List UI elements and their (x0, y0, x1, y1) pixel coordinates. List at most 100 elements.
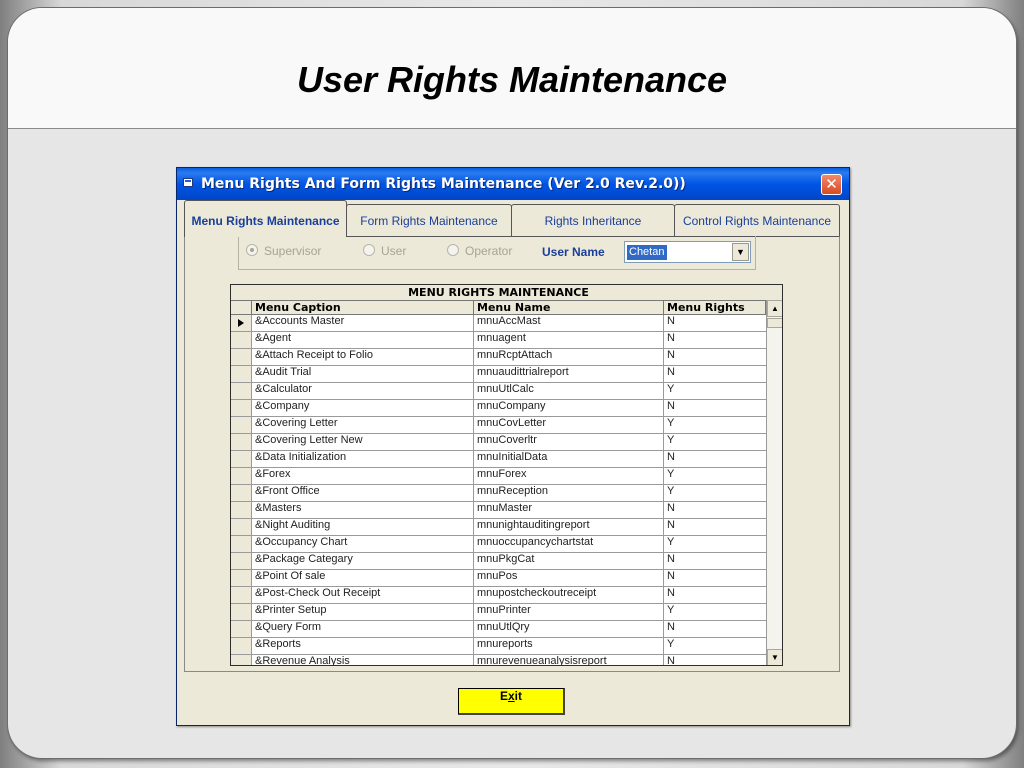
chevron-down-icon[interactable]: ▼ (732, 243, 749, 261)
row-selector[interactable] (231, 451, 252, 467)
menu-name-cell[interactable]: mnuCoverltr (474, 434, 664, 450)
menu-rights-cell[interactable]: N (664, 587, 766, 603)
table-row[interactable]: &Company mnuCompany N (231, 400, 766, 417)
table-row[interactable]: &Query Form mnuUtlQry N (231, 621, 766, 638)
menu-name-cell[interactable]: mnuForex (474, 468, 664, 484)
table-row[interactable]: &Reports mnureports Y (231, 638, 766, 655)
menu-caption-cell[interactable]: &Audit Trial (252, 366, 474, 382)
menu-caption-cell[interactable]: &Masters (252, 502, 474, 518)
menu-caption-cell[interactable]: &Covering Letter (252, 417, 474, 433)
column-header-menu-name[interactable]: Menu Name (474, 300, 664, 315)
menu-rights-cell[interactable]: N (664, 451, 766, 467)
window-titlebar[interactable]: Menu Rights And Form Rights Maintenance … (177, 168, 849, 200)
row-selector[interactable] (231, 655, 252, 665)
table-row[interactable]: &Point Of sale mnuPos N (231, 570, 766, 587)
menu-caption-cell[interactable]: &Calculator (252, 383, 474, 399)
menu-name-cell[interactable]: mnuMaster (474, 502, 664, 518)
table-row[interactable]: &Covering Letter New mnuCoverltr Y (231, 434, 766, 451)
table-row[interactable]: &Attach Receipt to Folio mnuRcptAttach N (231, 349, 766, 366)
menu-caption-cell[interactable]: &Attach Receipt to Folio (252, 349, 474, 365)
menu-caption-cell[interactable]: &Front Office (252, 485, 474, 501)
table-row[interactable]: &Occupancy Chart mnuoccupancychartstat Y (231, 536, 766, 553)
scroll-thumb[interactable] (767, 318, 782, 328)
vertical-scrollbar[interactable]: ▲ ▼ (766, 300, 782, 665)
tab-menu-rights[interactable]: Menu Rights Maintenance (184, 200, 347, 237)
menu-name-cell[interactable]: mnuPrinter (474, 604, 664, 620)
tab-control-rights[interactable]: Control Rights Maintenance (674, 204, 840, 236)
menu-name-cell[interactable]: mnuoccupancychartstat (474, 536, 664, 552)
menu-caption-cell[interactable]: &Reports (252, 638, 474, 654)
menu-rights-cell[interactable]: N (664, 655, 766, 665)
menu-rights-cell[interactable]: Y (664, 417, 766, 433)
menu-rights-cell[interactable]: Y (664, 434, 766, 450)
menu-rights-cell[interactable]: N (664, 315, 766, 331)
menu-name-cell[interactable]: mnupostcheckoutreceipt (474, 587, 664, 603)
menu-caption-cell[interactable]: &Printer Setup (252, 604, 474, 620)
menu-rights-cell[interactable]: N (664, 349, 766, 365)
radio-supervisor[interactable]: Supervisor (246, 244, 321, 258)
menu-caption-cell[interactable]: &Data Initialization (252, 451, 474, 467)
menu-name-cell[interactable]: mnuPkgCat (474, 553, 664, 569)
menu-caption-cell[interactable]: &Package Categary (252, 553, 474, 569)
menu-rights-cell[interactable]: Y (664, 604, 766, 620)
row-selector[interactable] (231, 332, 252, 348)
user-name-combo[interactable]: Chetan ▼ (624, 241, 751, 263)
row-selector[interactable] (231, 434, 252, 450)
table-row[interactable]: &Front Office mnuReception Y (231, 485, 766, 502)
menu-caption-cell[interactable]: &Night Auditing (252, 519, 474, 535)
close-button[interactable]: ✕ (821, 174, 842, 195)
menu-name-cell[interactable]: mnuPos (474, 570, 664, 586)
tab-form-rights[interactable]: Form Rights Maintenance (346, 204, 512, 236)
table-row[interactable]: &Agent mnuagent N (231, 332, 766, 349)
menu-caption-cell[interactable]: &Occupancy Chart (252, 536, 474, 552)
menu-rights-cell[interactable]: Y (664, 638, 766, 654)
row-selector[interactable] (231, 366, 252, 382)
menu-rights-cell[interactable]: N (664, 332, 766, 348)
menu-rights-cell[interactable]: Y (664, 383, 766, 399)
menu-rights-cell[interactable]: N (664, 519, 766, 535)
row-selector[interactable] (231, 553, 252, 569)
menu-caption-cell[interactable]: &Company (252, 400, 474, 416)
column-header-menu-rights[interactable]: Menu Rights (664, 300, 766, 315)
table-row[interactable]: &Audit Trial mnuaudittrialreport N (231, 366, 766, 383)
row-selector[interactable] (231, 383, 252, 399)
menu-rights-cell[interactable]: Y (664, 536, 766, 552)
table-row[interactable]: &Covering Letter mnuCovLetter Y (231, 417, 766, 434)
menu-name-cell[interactable]: mnuagent (474, 332, 664, 348)
table-row[interactable]: &Printer Setup mnuPrinter Y (231, 604, 766, 621)
table-row[interactable]: &Night Auditing mnunightauditingreport N (231, 519, 766, 536)
menu-caption-cell[interactable]: &Accounts Master (252, 315, 474, 331)
row-selector[interactable] (231, 604, 252, 620)
menu-name-cell[interactable]: mnuAccMast (474, 315, 664, 331)
row-selector[interactable] (231, 621, 252, 637)
menu-caption-cell[interactable]: &Agent (252, 332, 474, 348)
menu-rights-cell[interactable]: N (664, 553, 766, 569)
row-selector[interactable] (231, 587, 252, 603)
menu-caption-cell[interactable]: &Covering Letter New (252, 434, 474, 450)
menu-rights-cell[interactable]: Y (664, 468, 766, 484)
row-selector[interactable] (231, 502, 252, 518)
row-selector[interactable] (231, 417, 252, 433)
table-row[interactable]: &Calculator mnuUtlCalc Y (231, 383, 766, 400)
radio-user[interactable]: User (363, 244, 406, 258)
row-selector[interactable] (231, 315, 252, 331)
row-selector[interactable] (231, 485, 252, 501)
table-row[interactable]: &Masters mnuMaster N (231, 502, 766, 519)
row-selector[interactable] (231, 638, 252, 654)
menu-name-cell[interactable]: mnunightauditingreport (474, 519, 664, 535)
menu-caption-cell[interactable]: &Point Of sale (252, 570, 474, 586)
menu-name-cell[interactable]: mnuInitialData (474, 451, 664, 467)
table-row[interactable]: &Data Initialization mnuInitialData N (231, 451, 766, 468)
menu-name-cell[interactable]: mnuaudittrialreport (474, 366, 664, 382)
table-row[interactable]: &Forex mnuForex Y (231, 468, 766, 485)
menu-rights-cell[interactable]: N (664, 400, 766, 416)
table-row[interactable]: &Post-Check Out Receipt mnupostcheckoutre… (231, 587, 766, 604)
menu-name-cell[interactable]: mnurevenueanalysisreport (474, 655, 664, 665)
menu-caption-cell[interactable]: &Post-Check Out Receipt (252, 587, 474, 603)
menu-caption-cell[interactable]: &Query Form (252, 621, 474, 637)
table-row[interactable]: &Accounts Master mnuAccMast N (231, 315, 766, 332)
menu-rights-cell[interactable]: N (664, 366, 766, 382)
row-selector[interactable] (231, 400, 252, 416)
menu-rights-cell[interactable]: N (664, 570, 766, 586)
tab-rights-inheritance[interactable]: Rights Inheritance (511, 204, 675, 236)
